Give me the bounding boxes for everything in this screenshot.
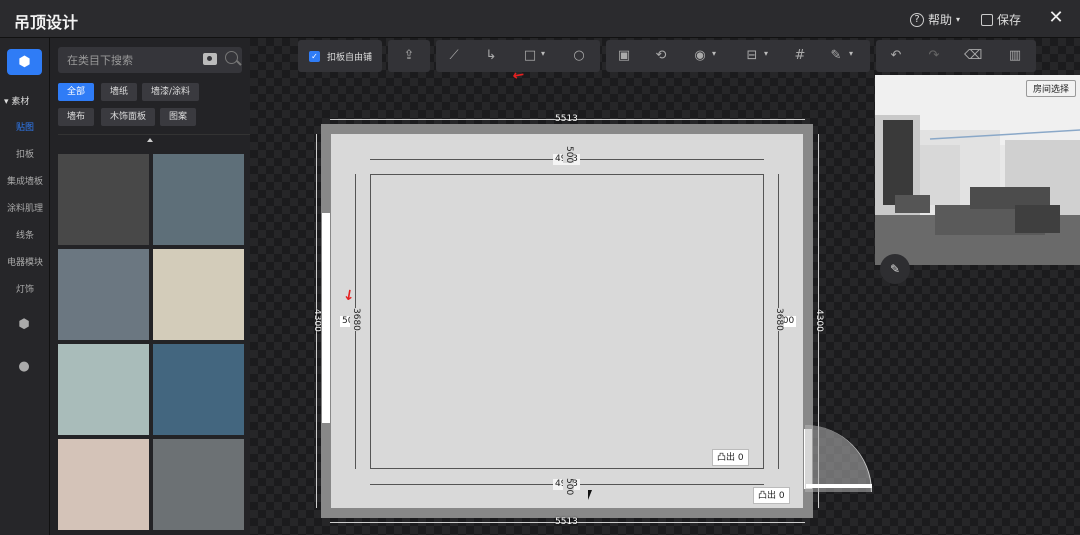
- window[interactable]: [321, 212, 331, 424]
- chevron-down-icon[interactable]: ▾: [764, 49, 768, 58]
- protrusion-label: 凸出: [717, 453, 736, 463]
- swatch[interactable]: [58, 344, 149, 435]
- inner-ceiling-rect[interactable]: [370, 174, 764, 469]
- filter-all[interactable]: 全部: [58, 83, 95, 101]
- divider: [58, 134, 250, 135]
- mouse-cursor: [588, 490, 592, 500]
- box-icon[interactable]: ⬢: [16, 317, 32, 333]
- height-right: 3680: [773, 308, 784, 331]
- free-tile-checkbox[interactable]: ✓: [309, 51, 320, 62]
- swatch[interactable]: [58, 154, 149, 245]
- design-canvas[interactable]: ✓ 扣板自由铺 ⇪ ⟋ ↳ □ ▾ ○ ▣ ⟲ ◉ ▾ ⊟ ▾ # ✎ ▾ ↶ …: [250, 38, 1080, 535]
- top-bar: 吊顶设计 ? 帮助 ▾ 保存 ✕: [0, 0, 1080, 38]
- free-tile-label: 扣板自由铺: [327, 53, 373, 63]
- chevron-down-icon[interactable]: ▾: [541, 49, 545, 58]
- help-icon: ?: [910, 12, 924, 27]
- curve-icon[interactable]: ↳: [483, 48, 499, 64]
- filter-wood-panel[interactable]: 木饰面板: [101, 108, 156, 126]
- rectangle-icon[interactable]: □: [522, 48, 538, 64]
- nav-item-jichengqiangban[interactable]: 集成墙板: [0, 174, 50, 187]
- save-button[interactable]: 保存: [981, 11, 1021, 28]
- toolbar-group-view: ▣ ⟲ ◉ ▾ ⊟ ▾ # ✎ ▾: [606, 40, 870, 72]
- eye-icon[interactable]: ◉: [692, 48, 708, 64]
- search-box: [58, 47, 242, 73]
- outer-width-bottom: 5513: [555, 517, 578, 527]
- chevron-down-icon[interactable]: ▾: [712, 49, 716, 58]
- chevron-down-icon: ▾: [956, 15, 961, 24]
- nav-item-kouban[interactable]: 扣板: [0, 147, 50, 160]
- swatch[interactable]: [58, 249, 149, 340]
- save-label: 保存: [997, 13, 1022, 27]
- frame-icon[interactable]: ▣: [616, 48, 632, 64]
- circle-icon[interactable]: ○: [571, 48, 587, 64]
- filter-wallpaper[interactable]: 墙纸: [101, 83, 138, 101]
- close-button[interactable]: ✕: [1046, 7, 1066, 28]
- protrusion-outer-field[interactable]: 凸出 0: [753, 487, 790, 504]
- nav-section-label: 素材: [11, 97, 30, 107]
- protrusion-label: 凸出: [758, 491, 777, 501]
- filter-paint[interactable]: 墙漆/涂料: [142, 83, 200, 101]
- line-icon[interactable]: ⟋: [446, 48, 462, 64]
- protrusion-value: 0: [737, 453, 744, 463]
- help-label: 帮助: [928, 13, 953, 27]
- swatch[interactable]: [153, 249, 244, 340]
- outer-width-top: 5513: [555, 114, 578, 124]
- left-nav: ⬢ ▾ 素材 贴图 扣板 集成墙板 涂料肌理 线条 电器模块 灯饰 ⬢ ●: [0, 38, 50, 535]
- protrusion-inner-field[interactable]: 凸出 0: [712, 449, 749, 466]
- app-title: 吊顶设计: [14, 13, 79, 32]
- door-threshold: [806, 484, 872, 488]
- room-render: [875, 75, 1080, 265]
- map-icon[interactable]: ▥: [1007, 48, 1023, 64]
- material-panel: 全部 墙纸 墙漆/涂料 墙布 木饰面板 图案: [50, 38, 298, 535]
- undo-icon[interactable]: ↶: [888, 48, 904, 64]
- filter-pattern[interactable]: 图案: [160, 108, 197, 126]
- eraser-icon[interactable]: ⌫: [964, 48, 982, 64]
- scroll-up-icon[interactable]: [147, 138, 153, 142]
- rotate-icon[interactable]: ⟲: [653, 48, 669, 64]
- room-preview[interactable]: 房间选择: [875, 75, 1080, 265]
- search-icon[interactable]: [225, 51, 238, 64]
- nav-item-tuliaojili[interactable]: 涂料肌理: [0, 201, 50, 214]
- align-icon[interactable]: ⊟: [744, 48, 760, 64]
- filter-wallcloth[interactable]: 墙布: [58, 108, 95, 126]
- nav-section[interactable]: ▾ 素材: [4, 94, 29, 107]
- swatch[interactable]: [153, 344, 244, 435]
- camera-icon[interactable]: [203, 53, 217, 65]
- nav-item-xiantiao[interactable]: 线条: [0, 228, 50, 241]
- chevron-down-icon[interactable]: ▾: [849, 49, 853, 58]
- toolbar-group-edit: ↶ ↷ ⌫ ▥: [876, 40, 1036, 72]
- nav-item-dengshi[interactable]: 灯饰: [0, 282, 50, 295]
- offset-top: 500: [563, 146, 574, 164]
- door-swing: [805, 425, 872, 492]
- nav-item-dianqimokuai[interactable]: 电器模块: [0, 255, 50, 268]
- protrusion-value: 0: [778, 491, 785, 501]
- magic-icon[interactable]: ✎: [828, 48, 844, 64]
- height-left: 3680: [350, 308, 361, 331]
- toolbar-group-upload: ⇪: [388, 40, 430, 72]
- offset-bottom: 500: [563, 478, 574, 496]
- user-icon[interactable]: ●: [16, 359, 32, 375]
- help-button[interactable]: ? 帮助 ▾: [910, 11, 960, 28]
- save-icon: [981, 13, 993, 26]
- search-input[interactable]: [58, 47, 198, 73]
- toolbar-group-checkbox: ✓ 扣板自由铺: [298, 40, 382, 72]
- cube-icon[interactable]: ⬢: [7, 49, 42, 75]
- upload-icon[interactable]: ⇪: [401, 48, 417, 64]
- swatch[interactable]: [153, 154, 244, 245]
- nav-item-tietu[interactable]: 贴图: [0, 120, 50, 133]
- room-select-button[interactable]: 房间选择: [1026, 80, 1077, 97]
- grid-icon[interactable]: #: [792, 48, 808, 64]
- edit-view-icon[interactable]: ✎: [880, 254, 910, 284]
- redo-icon[interactable]: ↷: [926, 48, 942, 64]
- outer-height-right: 4300: [814, 309, 824, 332]
- swatch[interactable]: [153, 439, 244, 530]
- swatch[interactable]: [58, 439, 149, 530]
